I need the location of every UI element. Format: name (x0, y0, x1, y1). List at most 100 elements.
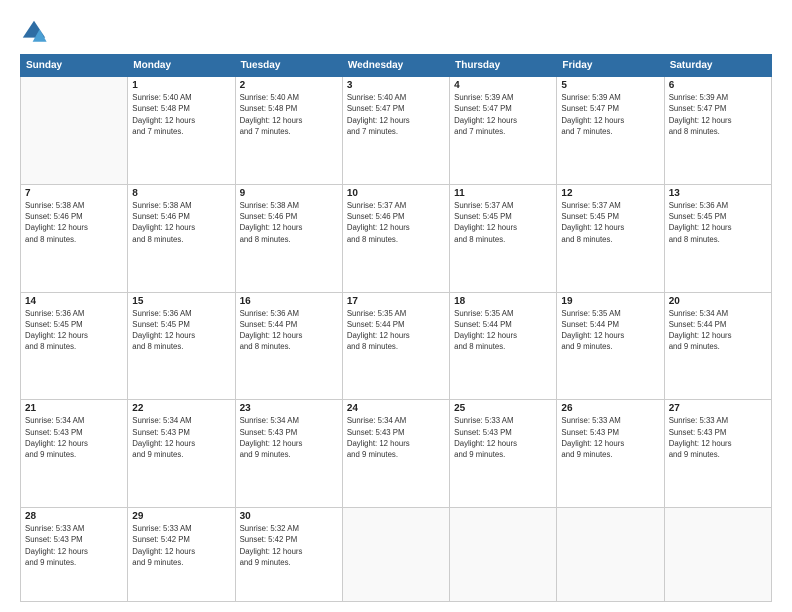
calendar-cell: 29Sunrise: 5:33 AMSunset: 5:42 PMDayligh… (128, 508, 235, 602)
day-info: Sunrise: 5:40 AMSunset: 5:47 PMDaylight:… (347, 92, 445, 137)
weekday-header-row: SundayMondayTuesdayWednesdayThursdayFrid… (21, 55, 772, 77)
calendar-cell: 28Sunrise: 5:33 AMSunset: 5:43 PMDayligh… (21, 508, 128, 602)
header (20, 18, 772, 46)
page: SundayMondayTuesdayWednesdayThursdayFrid… (0, 0, 792, 612)
calendar-header: SundayMondayTuesdayWednesdayThursdayFrid… (21, 55, 772, 77)
day-info: Sunrise: 5:35 AMSunset: 5:44 PMDaylight:… (347, 308, 445, 353)
day-info: Sunrise: 5:40 AMSunset: 5:48 PMDaylight:… (240, 92, 338, 137)
day-number: 5 (561, 80, 659, 91)
calendar-cell: 19Sunrise: 5:35 AMSunset: 5:44 PMDayligh… (557, 292, 664, 400)
day-number: 17 (347, 296, 445, 307)
calendar-cell: 2Sunrise: 5:40 AMSunset: 5:48 PMDaylight… (235, 77, 342, 185)
day-number: 21 (25, 403, 123, 414)
calendar-cell: 13Sunrise: 5:36 AMSunset: 5:45 PMDayligh… (664, 184, 771, 292)
calendar-cell: 26Sunrise: 5:33 AMSunset: 5:43 PMDayligh… (557, 400, 664, 508)
day-info: Sunrise: 5:39 AMSunset: 5:47 PMDaylight:… (454, 92, 552, 137)
calendar-cell: 5Sunrise: 5:39 AMSunset: 5:47 PMDaylight… (557, 77, 664, 185)
day-number: 3 (347, 80, 445, 91)
calendar-week-2: 7Sunrise: 5:38 AMSunset: 5:46 PMDaylight… (21, 184, 772, 292)
day-info: Sunrise: 5:36 AMSunset: 5:45 PMDaylight:… (25, 308, 123, 353)
calendar-week-4: 21Sunrise: 5:34 AMSunset: 5:43 PMDayligh… (21, 400, 772, 508)
day-info: Sunrise: 5:39 AMSunset: 5:47 PMDaylight:… (669, 92, 767, 137)
calendar-cell: 23Sunrise: 5:34 AMSunset: 5:43 PMDayligh… (235, 400, 342, 508)
calendar-cell: 17Sunrise: 5:35 AMSunset: 5:44 PMDayligh… (342, 292, 449, 400)
calendar-cell: 14Sunrise: 5:36 AMSunset: 5:45 PMDayligh… (21, 292, 128, 400)
calendar-cell: 18Sunrise: 5:35 AMSunset: 5:44 PMDayligh… (450, 292, 557, 400)
day-info: Sunrise: 5:38 AMSunset: 5:46 PMDaylight:… (25, 200, 123, 245)
day-number: 14 (25, 296, 123, 307)
day-number: 11 (454, 188, 552, 199)
day-number: 9 (240, 188, 338, 199)
day-info: Sunrise: 5:32 AMSunset: 5:42 PMDaylight:… (240, 523, 338, 568)
calendar-cell: 10Sunrise: 5:37 AMSunset: 5:46 PMDayligh… (342, 184, 449, 292)
day-number: 28 (25, 511, 123, 522)
calendar-cell: 21Sunrise: 5:34 AMSunset: 5:43 PMDayligh… (21, 400, 128, 508)
calendar-cell: 24Sunrise: 5:34 AMSunset: 5:43 PMDayligh… (342, 400, 449, 508)
day-number: 29 (132, 511, 230, 522)
weekday-header-tuesday: Tuesday (235, 55, 342, 77)
day-info: Sunrise: 5:33 AMSunset: 5:43 PMDaylight:… (669, 415, 767, 460)
day-number: 16 (240, 296, 338, 307)
calendar-cell (557, 508, 664, 602)
calendar-cell: 7Sunrise: 5:38 AMSunset: 5:46 PMDaylight… (21, 184, 128, 292)
calendar-cell: 11Sunrise: 5:37 AMSunset: 5:45 PMDayligh… (450, 184, 557, 292)
weekday-header-thursday: Thursday (450, 55, 557, 77)
day-number: 20 (669, 296, 767, 307)
day-number: 24 (347, 403, 445, 414)
calendar-cell: 22Sunrise: 5:34 AMSunset: 5:43 PMDayligh… (128, 400, 235, 508)
day-info: Sunrise: 5:34 AMSunset: 5:44 PMDaylight:… (669, 308, 767, 353)
day-number: 10 (347, 188, 445, 199)
day-number: 26 (561, 403, 659, 414)
day-info: Sunrise: 5:36 AMSunset: 5:44 PMDaylight:… (240, 308, 338, 353)
calendar-cell: 30Sunrise: 5:32 AMSunset: 5:42 PMDayligh… (235, 508, 342, 602)
logo (20, 18, 52, 46)
day-number: 2 (240, 80, 338, 91)
day-info: Sunrise: 5:37 AMSunset: 5:46 PMDaylight:… (347, 200, 445, 245)
day-info: Sunrise: 5:38 AMSunset: 5:46 PMDaylight:… (240, 200, 338, 245)
calendar-cell: 12Sunrise: 5:37 AMSunset: 5:45 PMDayligh… (557, 184, 664, 292)
calendar-table: SundayMondayTuesdayWednesdayThursdayFrid… (20, 54, 772, 602)
day-number: 22 (132, 403, 230, 414)
day-info: Sunrise: 5:33 AMSunset: 5:42 PMDaylight:… (132, 523, 230, 568)
day-number: 15 (132, 296, 230, 307)
weekday-header-wednesday: Wednesday (342, 55, 449, 77)
weekday-header-sunday: Sunday (21, 55, 128, 77)
day-info: Sunrise: 5:33 AMSunset: 5:43 PMDaylight:… (454, 415, 552, 460)
day-info: Sunrise: 5:37 AMSunset: 5:45 PMDaylight:… (561, 200, 659, 245)
calendar-cell (450, 508, 557, 602)
calendar-cell: 16Sunrise: 5:36 AMSunset: 5:44 PMDayligh… (235, 292, 342, 400)
calendar-cell: 1Sunrise: 5:40 AMSunset: 5:48 PMDaylight… (128, 77, 235, 185)
calendar-week-5: 28Sunrise: 5:33 AMSunset: 5:43 PMDayligh… (21, 508, 772, 602)
day-number: 27 (669, 403, 767, 414)
logo-icon (20, 18, 48, 46)
day-number: 12 (561, 188, 659, 199)
day-info: Sunrise: 5:35 AMSunset: 5:44 PMDaylight:… (454, 308, 552, 353)
day-info: Sunrise: 5:33 AMSunset: 5:43 PMDaylight:… (561, 415, 659, 460)
day-info: Sunrise: 5:34 AMSunset: 5:43 PMDaylight:… (347, 415, 445, 460)
calendar-cell (664, 508, 771, 602)
calendar-cell: 20Sunrise: 5:34 AMSunset: 5:44 PMDayligh… (664, 292, 771, 400)
day-number: 25 (454, 403, 552, 414)
weekday-header-monday: Monday (128, 55, 235, 77)
day-number: 7 (25, 188, 123, 199)
day-number: 18 (454, 296, 552, 307)
day-number: 6 (669, 80, 767, 91)
calendar-cell: 3Sunrise: 5:40 AMSunset: 5:47 PMDaylight… (342, 77, 449, 185)
calendar-cell: 8Sunrise: 5:38 AMSunset: 5:46 PMDaylight… (128, 184, 235, 292)
day-info: Sunrise: 5:34 AMSunset: 5:43 PMDaylight:… (25, 415, 123, 460)
weekday-header-saturday: Saturday (664, 55, 771, 77)
calendar-body: 1Sunrise: 5:40 AMSunset: 5:48 PMDaylight… (21, 77, 772, 602)
calendar-cell: 4Sunrise: 5:39 AMSunset: 5:47 PMDaylight… (450, 77, 557, 185)
day-info: Sunrise: 5:36 AMSunset: 5:45 PMDaylight:… (669, 200, 767, 245)
calendar-week-3: 14Sunrise: 5:36 AMSunset: 5:45 PMDayligh… (21, 292, 772, 400)
day-number: 19 (561, 296, 659, 307)
calendar-cell: 27Sunrise: 5:33 AMSunset: 5:43 PMDayligh… (664, 400, 771, 508)
day-info: Sunrise: 5:33 AMSunset: 5:43 PMDaylight:… (25, 523, 123, 568)
day-info: Sunrise: 5:34 AMSunset: 5:43 PMDaylight:… (240, 415, 338, 460)
day-info: Sunrise: 5:40 AMSunset: 5:48 PMDaylight:… (132, 92, 230, 137)
day-info: Sunrise: 5:36 AMSunset: 5:45 PMDaylight:… (132, 308, 230, 353)
day-number: 30 (240, 511, 338, 522)
day-info: Sunrise: 5:38 AMSunset: 5:46 PMDaylight:… (132, 200, 230, 245)
day-info: Sunrise: 5:34 AMSunset: 5:43 PMDaylight:… (132, 415, 230, 460)
calendar-week-1: 1Sunrise: 5:40 AMSunset: 5:48 PMDaylight… (21, 77, 772, 185)
